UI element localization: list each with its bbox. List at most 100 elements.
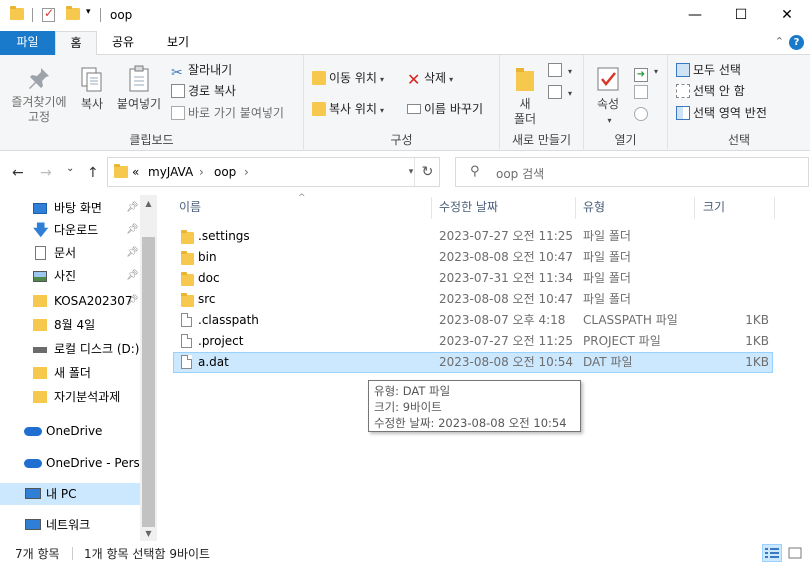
back-button[interactable]: ← bbox=[12, 165, 24, 181]
table-row-selected[interactable]: a.dat 2023-08-08 오전 10:54 DAT 파일 1KB bbox=[173, 352, 773, 373]
breadcrumb-oop[interactable]: oop bbox=[214, 165, 236, 179]
tab-home[interactable]: 홈 bbox=[55, 31, 97, 56]
forward-button[interactable]: → bbox=[40, 165, 52, 181]
table-row[interactable]: doc 2023-07-31 오전 11:34 파일 폴더 bbox=[173, 268, 773, 289]
chevron-up-icon[interactable]: ⌃ bbox=[775, 35, 784, 48]
search-box[interactable]: ⚲ oop 검색 bbox=[455, 157, 809, 187]
file-date: 2023-08-08 오전 10:47 bbox=[439, 250, 574, 264]
pin-icon[interactable]: 📌︎ bbox=[126, 265, 139, 287]
nav-item-label: 네트워크 bbox=[46, 518, 91, 532]
open-button[interactable]: ➜ ▾ bbox=[634, 61, 658, 82]
paste-button[interactable]: 붙여넣기 bbox=[112, 61, 166, 112]
file-date: 2023-08-08 오전 10:54 bbox=[439, 355, 574, 369]
onedrive-icon bbox=[24, 459, 42, 468]
pin-icon[interactable]: 📌︎ bbox=[126, 290, 139, 312]
table-row[interactable]: .classpath 2023-08-07 오후 4:18 CLASSPATH … bbox=[173, 310, 773, 331]
breadcrumb-myjava[interactable]: myJAVA bbox=[148, 165, 193, 179]
drive-icon bbox=[33, 347, 47, 353]
table-row[interactable]: .project 2023-07-27 오전 11:25 PROJECT 파일 … bbox=[173, 331, 773, 352]
nav-pane-scrollbar[interactable]: ▲ ▼ bbox=[140, 195, 157, 541]
desktop-icon bbox=[33, 203, 47, 214]
column-divider[interactable] bbox=[694, 197, 695, 219]
new-group: 새 폴더 ▾ ▾ 새로 만들기 bbox=[500, 55, 584, 151]
properties-label: 속성 bbox=[596, 97, 620, 111]
column-divider[interactable] bbox=[774, 197, 775, 219]
network-icon bbox=[25, 519, 41, 530]
customize-quick-access-icon[interactable]: ▾ bbox=[86, 7, 91, 17]
large-icons-view-button[interactable] bbox=[786, 544, 804, 562]
breadcrumb-separator[interactable]: › bbox=[244, 165, 249, 179]
recent-locations-button[interactable]: ⌄ bbox=[66, 163, 74, 174]
file-size: 1KB bbox=[745, 334, 769, 348]
refresh-button[interactable]: ↻ bbox=[414, 158, 440, 186]
nav-item-documents[interactable]: 문서 📌︎ bbox=[0, 242, 140, 264]
new-folder-quick-icon[interactable] bbox=[66, 6, 80, 23]
new-folder-button[interactable]: 새 폴더 bbox=[508, 61, 542, 127]
pin-label-1: 즐겨찾기에 bbox=[11, 95, 67, 109]
paste-shortcut-button[interactable]: 바로 가기 붙여넣기 bbox=[171, 104, 284, 122]
caret-icon: ▾ bbox=[379, 106, 384, 115]
easy-access-button[interactable]: ▾ bbox=[548, 83, 572, 101]
nav-item-this-pc[interactable]: 내 PC bbox=[0, 483, 140, 505]
column-header-name[interactable]: 이름 bbox=[179, 195, 429, 220]
help-icon[interactable]: ? bbox=[789, 35, 804, 50]
nav-item-onedrive-personal[interactable]: OneDrive - Personal bbox=[0, 452, 140, 474]
details-view-button[interactable] bbox=[762, 544, 782, 562]
properties-quick-icon[interactable] bbox=[42, 6, 55, 25]
nav-item-local-disk-d[interactable]: 로컬 디스크 (D:) bbox=[0, 338, 140, 360]
copy-path-button[interactable]: 경로 복사 bbox=[171, 82, 236, 100]
table-row[interactable]: .settings 2023-07-27 오전 11:25 파일 폴더 bbox=[173, 226, 773, 247]
column-header-size[interactable]: 크기 bbox=[703, 195, 773, 220]
scroll-down-icon[interactable]: ▼ bbox=[140, 529, 157, 538]
pin-quick-access-button[interactable]: 즐겨찾기에 고정 bbox=[4, 61, 74, 125]
nav-item-network[interactable]: 네트워크 bbox=[0, 514, 140, 536]
nav-item-new-folder[interactable]: 새 폴더 bbox=[0, 362, 140, 384]
scroll-up-icon[interactable]: ▲ bbox=[140, 199, 157, 208]
minimize-button[interactable]: — bbox=[672, 0, 718, 31]
nav-item-onedrive[interactable]: OneDrive bbox=[0, 420, 140, 442]
tab-file[interactable]: 파일 bbox=[0, 31, 55, 55]
up-button[interactable]: ↑ bbox=[87, 165, 99, 181]
scrollbar-thumb[interactable] bbox=[142, 237, 155, 527]
breadcrumb-overflow[interactable]: « bbox=[132, 165, 139, 179]
file-date: 2023-08-08 오전 10:47 bbox=[439, 292, 574, 306]
pin-icon[interactable]: 📌︎ bbox=[126, 242, 139, 264]
close-button[interactable]: ✕ bbox=[764, 0, 810, 31]
invert-selection-button[interactable]: 선택 영역 반전 bbox=[676, 104, 767, 122]
file-name: src bbox=[198, 292, 216, 306]
ribbon: 즐겨찾기에 고정 복사 붙여넣기 ✂ 잘라내기 경로 복사 바로 가기 붙여넣기… bbox=[0, 55, 810, 151]
breadcrumb-separator[interactable]: › bbox=[199, 165, 204, 179]
copy-button[interactable]: 복사 bbox=[74, 61, 110, 112]
tab-view[interactable]: 보기 bbox=[155, 31, 201, 55]
rename-button[interactable]: 이름 바꾸기 bbox=[407, 100, 483, 118]
column-divider[interactable] bbox=[431, 197, 432, 219]
address-bar[interactable]: « myJAVA › oop › ▾ ↻ bbox=[107, 157, 440, 187]
cut-button[interactable]: ✂ 잘라내기 bbox=[171, 61, 232, 80]
copy-to-button[interactable]: 복사 위치 ▾ bbox=[312, 100, 384, 118]
edit-button[interactable] bbox=[634, 83, 651, 101]
nav-item-self-analysis[interactable]: 자기분석과제 bbox=[0, 386, 140, 408]
column-header-date[interactable]: 수정한 날짜 bbox=[439, 195, 569, 220]
history-button[interactable] bbox=[634, 105, 651, 123]
clipboard-group: 즐겨찾기에 고정 복사 붙여넣기 ✂ 잘라내기 경로 복사 바로 가기 붙여넣기… bbox=[0, 55, 304, 151]
properties-button[interactable]: 속성 ▾ bbox=[590, 61, 626, 128]
delete-button[interactable]: ✕ 삭제 ▾ bbox=[407, 69, 453, 88]
maximize-button[interactable]: ☐ bbox=[718, 0, 764, 31]
column-divider[interactable] bbox=[575, 197, 576, 219]
table-row[interactable]: src 2023-08-08 오전 10:47 파일 폴더 bbox=[173, 289, 773, 310]
table-row[interactable]: bin 2023-08-08 오전 10:47 파일 폴더 bbox=[173, 247, 773, 268]
tab-share[interactable]: 공유 bbox=[100, 31, 146, 55]
nav-item-desktop[interactable]: 바탕 화면 📌︎ bbox=[0, 197, 140, 219]
select-all-button[interactable]: 모두 선택 bbox=[676, 61, 741, 79]
nav-item-pictures[interactable]: 사진 📌︎ bbox=[0, 265, 140, 287]
new-folder-icon bbox=[516, 68, 534, 91]
nav-item-aug4[interactable]: 8월 4일 bbox=[0, 314, 140, 336]
nav-item-downloads[interactable]: 🡇 다운로드 📌︎ bbox=[0, 219, 140, 241]
pin-icon[interactable]: 📌︎ bbox=[126, 197, 139, 219]
move-to-button[interactable]: 이동 위치 ▾ bbox=[312, 69, 384, 87]
nav-item-kosa202307[interactable]: KOSA202307 📌︎ bbox=[0, 290, 140, 312]
new-item-button[interactable]: ▾ bbox=[548, 61, 572, 79]
column-header-type[interactable]: 유형 bbox=[583, 195, 683, 220]
select-none-button[interactable]: 선택 안 함 bbox=[676, 82, 745, 100]
pin-icon[interactable]: 📌︎ bbox=[126, 219, 139, 241]
